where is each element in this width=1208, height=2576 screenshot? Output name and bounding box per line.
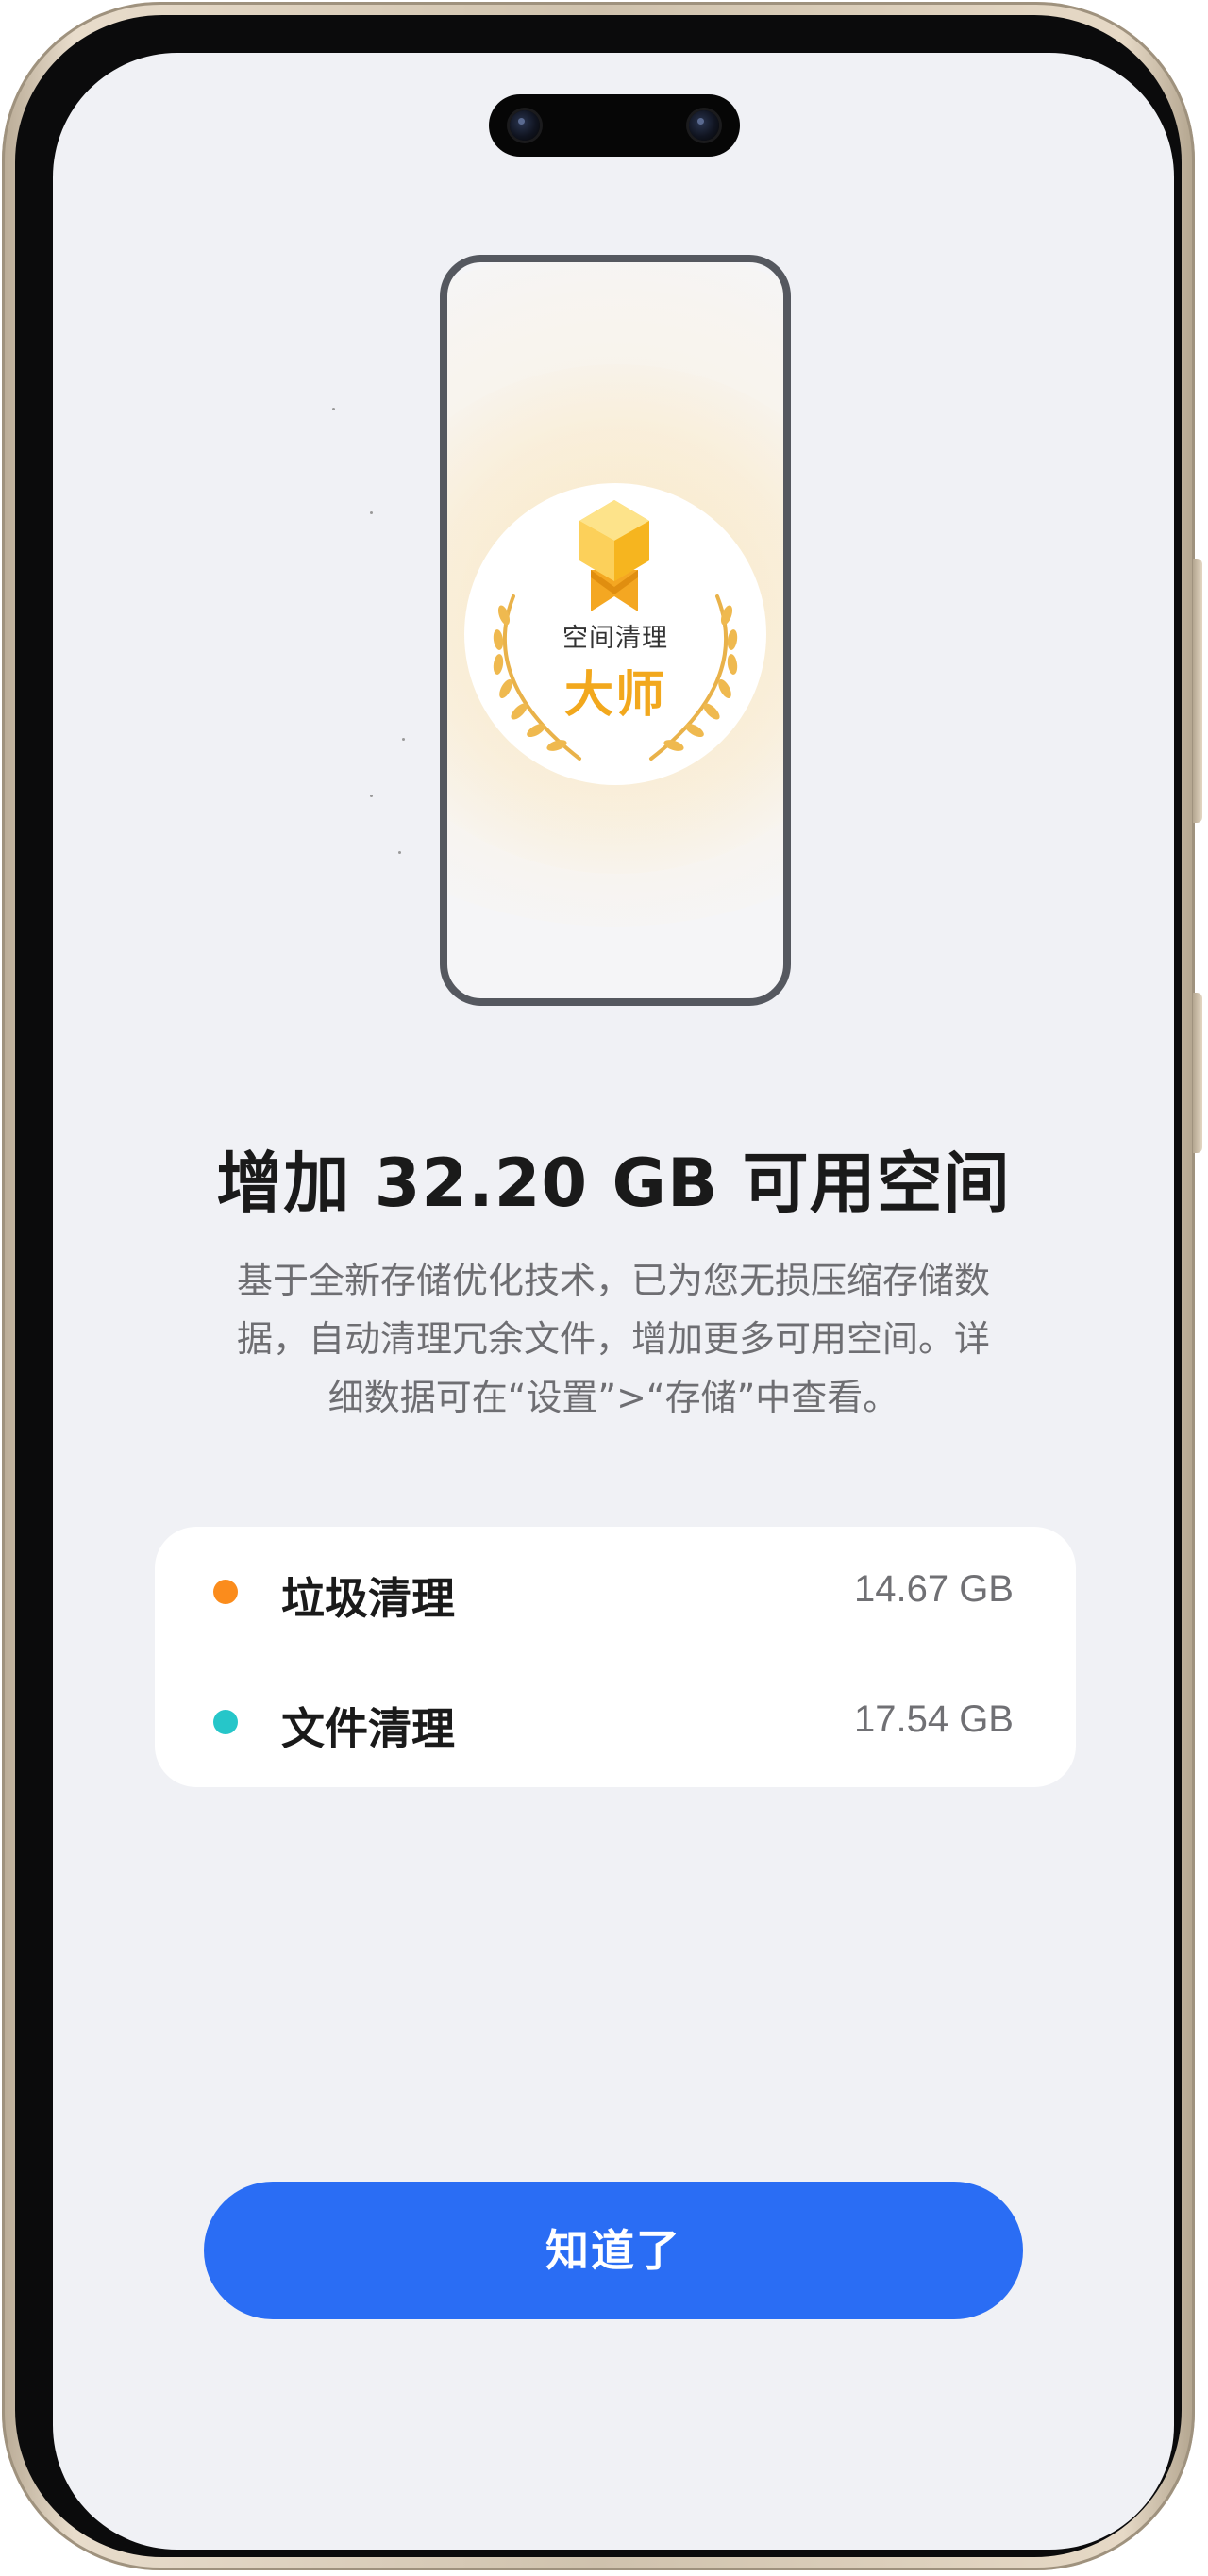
decor-dot [332,408,335,410]
volume-button [1193,559,1202,823]
phone-bezel: 空间清理 大师 增加 32.20 GB 可用空间 基于全新存储优化技术，已为您无… [15,15,1182,2557]
achievement-badge: 空间清理 大师 [464,483,766,785]
power-button [1193,993,1202,1153]
item-value: 17.54 GB [853,1698,1014,1740]
description-line: 据，自动清理冗余文件，增加更多可用空间。详 [236,1318,990,1360]
status-dot [213,1710,238,1734]
decor-dot [398,851,401,854]
cleanup-summary-card: 垃圾清理 14.67 GB 文件清理 17.54 GB [155,1527,1076,1787]
item-label: 文件清理 [281,1703,455,1754]
badge-title: 空间清理 [562,624,668,653]
description-line: 细数据可在“设置”>“存储”中查看。 [327,1377,899,1418]
page-title: 增加 32.20 GB 可用空间 [216,1145,1011,1222]
screen: 空间清理 大师 增加 32.20 GB 可用空间 基于全新存储优化技术，已为您无… [53,53,1174,2550]
description: 基于全新存储优化技术，已为您无损压缩存储数 据，自动清理冗余文件，增加更多可用空… [147,1251,1080,1427]
got-it-button[interactable]: 知道了 [204,2182,1023,2319]
badge-rank: 大师 [563,667,666,724]
status-dot [213,1580,238,1604]
item-label: 垃圾清理 [281,1573,455,1624]
decor-dot [370,511,373,514]
description-line: 基于全新存储优化技术，已为您无损压缩存储数 [236,1260,990,1301]
item-value: 14.67 GB [853,1568,1014,1610]
camera-lens-icon [510,110,540,141]
front-camera [489,94,740,157]
list-item: 垃圾清理 14.67 GB [155,1527,1076,1657]
phone-illustration: 空间清理 大师 [440,255,791,1006]
decor-dot [402,738,405,741]
decor-dot [370,795,373,797]
camera-lens-icon [689,110,719,141]
list-item: 文件清理 17.54 GB [155,1657,1076,1787]
phone-frame: 空间清理 大师 增加 32.20 GB 可用空间 基于全新存储优化技术，已为您无… [2,2,1202,2570]
